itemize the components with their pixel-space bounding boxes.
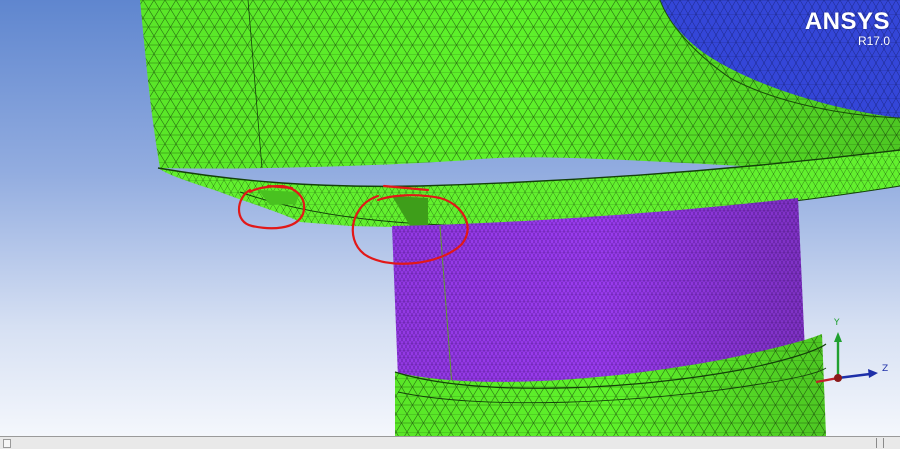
graphics-viewport[interactable]: ANSYS R17.0 Y Z: [0, 0, 900, 436]
axis-triad[interactable]: Y Z: [800, 316, 900, 396]
brand-version: R17.0: [857, 34, 890, 48]
upper-body[interactable]: [140, 0, 900, 228]
triad-z-label: Z: [882, 364, 889, 374]
brand-name: ANSYS: [804, 8, 890, 35]
mesh-model[interactable]: [0, 0, 900, 436]
triad-y-label: Y: [834, 318, 840, 328]
ansys-logo: ANSYS R17.0: [804, 8, 890, 49]
status-bar: [0, 436, 900, 449]
statusbar-handle-icon[interactable]: [3, 439, 11, 448]
axis-triad-icon: [815, 332, 878, 384]
resize-grip-icon[interactable]: [876, 438, 884, 448]
